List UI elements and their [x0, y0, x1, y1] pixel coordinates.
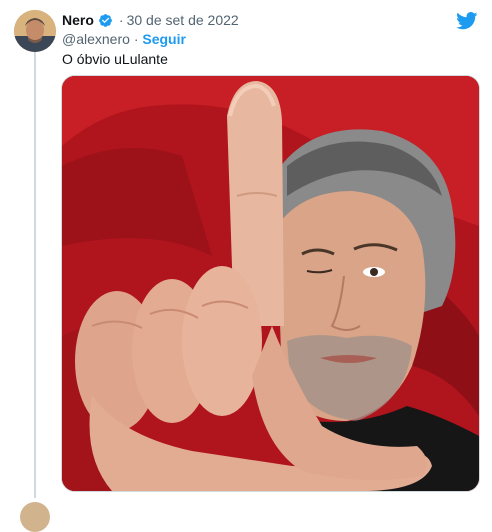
verified-badge-icon	[99, 13, 112, 27]
author-handle[interactable]: @alexnero	[62, 31, 130, 47]
next-tweet-avatar[interactable]	[20, 502, 50, 532]
header-separator: ·	[118, 12, 124, 28]
avatar-image	[14, 10, 56, 52]
tweet-date[interactable]: 30 de set de 2022	[127, 11, 239, 29]
handle-line: @alexnero · Seguir	[62, 30, 186, 48]
thread-connector-line	[34, 52, 36, 498]
twitter-bird-icon[interactable]	[456, 12, 478, 30]
avatar[interactable]	[14, 10, 56, 52]
author-name[interactable]: Nero	[62, 11, 94, 29]
tweet-photo[interactable]	[61, 75, 480, 492]
handle-separator: ·	[133, 31, 139, 47]
tweet-text: O óbvio uLulante	[62, 51, 168, 67]
follow-button[interactable]: Seguir	[142, 31, 186, 47]
tweet-header: Nero · 30 de set de 2022	[62, 11, 452, 29]
photo-image	[62, 76, 479, 491]
